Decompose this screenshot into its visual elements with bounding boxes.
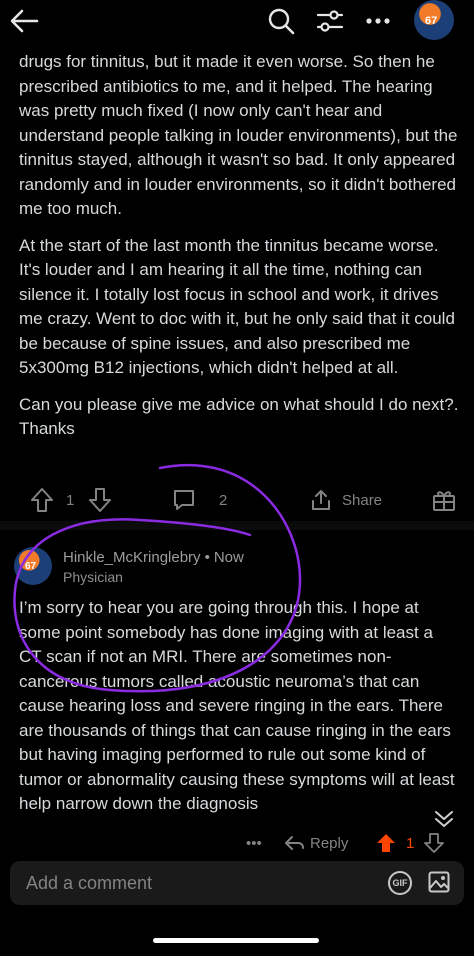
comment-author[interactable]: Hinkle_McKringlebry xyxy=(63,549,201,566)
comment-placeholder: Add a comment xyxy=(26,873,153,893)
comment-time: Now xyxy=(213,549,244,566)
section-divider xyxy=(0,521,474,530)
gif-icon[interactable]: GIF xyxy=(388,871,412,895)
downvote-icon xyxy=(424,833,444,853)
home-indicator xyxy=(153,938,319,943)
comment-meta: Hinkle_McKringlebry • Now xyxy=(63,549,244,566)
post-body: drugs for tinnitus, but it made it even … xyxy=(19,50,459,454)
award-button[interactable] xyxy=(432,482,456,518)
collapse-icon[interactable] xyxy=(432,806,456,830)
meta-separator: • xyxy=(204,549,210,566)
filter-icon xyxy=(316,10,344,32)
more-icon xyxy=(366,18,390,24)
comment-body: I’m sorry to hear you are going through … xyxy=(19,598,455,813)
top-bar: 67 xyxy=(0,0,474,44)
share-button[interactable]: Share xyxy=(310,482,382,518)
back-button[interactable] xyxy=(4,2,44,40)
award-icon xyxy=(433,491,455,511)
reply-label: Reply xyxy=(310,834,349,852)
downvote-button[interactable] xyxy=(88,482,112,518)
author-flair: Physician xyxy=(63,569,123,585)
more-button[interactable] xyxy=(362,2,394,40)
comment-downvote-button[interactable] xyxy=(424,830,444,856)
comment-vote-count: 1 xyxy=(406,834,415,852)
reply-icon xyxy=(285,836,304,850)
upvote-icon xyxy=(377,834,395,852)
search-icon xyxy=(268,8,295,35)
comment-upvote-button[interactable] xyxy=(376,830,396,856)
comment-icon xyxy=(174,490,194,510)
search-button[interactable] xyxy=(263,2,299,40)
filter-button[interactable] xyxy=(312,2,348,40)
post-paragraph: drugs for tinnitus, but it made it even … xyxy=(19,52,458,218)
share-icon xyxy=(312,490,330,510)
comment-count: 2 xyxy=(219,491,228,509)
upvote-button[interactable] xyxy=(30,482,54,518)
post-vote-count: 1 xyxy=(66,491,75,509)
back-arrow-icon xyxy=(10,9,39,33)
avatar-number: 67 xyxy=(25,561,37,572)
avatar-number: 67 xyxy=(425,15,438,27)
post-action-bar: 1 2 Share xyxy=(0,482,474,518)
comment-more-button[interactable]: ••• xyxy=(246,830,262,856)
user-avatar[interactable]: 67 xyxy=(414,0,454,40)
reply-button[interactable]: Reply xyxy=(284,830,348,856)
comment-action-bar: ••• Reply 1 xyxy=(0,830,474,856)
share-label: Share xyxy=(342,491,383,509)
post-paragraph: At the start of the last month the tinni… xyxy=(19,235,455,378)
downvote-icon xyxy=(89,488,111,512)
comment-button[interactable] xyxy=(172,482,196,518)
image-icon[interactable] xyxy=(428,871,450,893)
post-paragraph: Can you please give me advice on what sh… xyxy=(19,394,459,439)
comment-input[interactable]: Add a comment GIF xyxy=(10,861,464,905)
upvote-icon xyxy=(31,488,53,512)
comment-author-avatar[interactable]: 67 xyxy=(14,547,52,585)
